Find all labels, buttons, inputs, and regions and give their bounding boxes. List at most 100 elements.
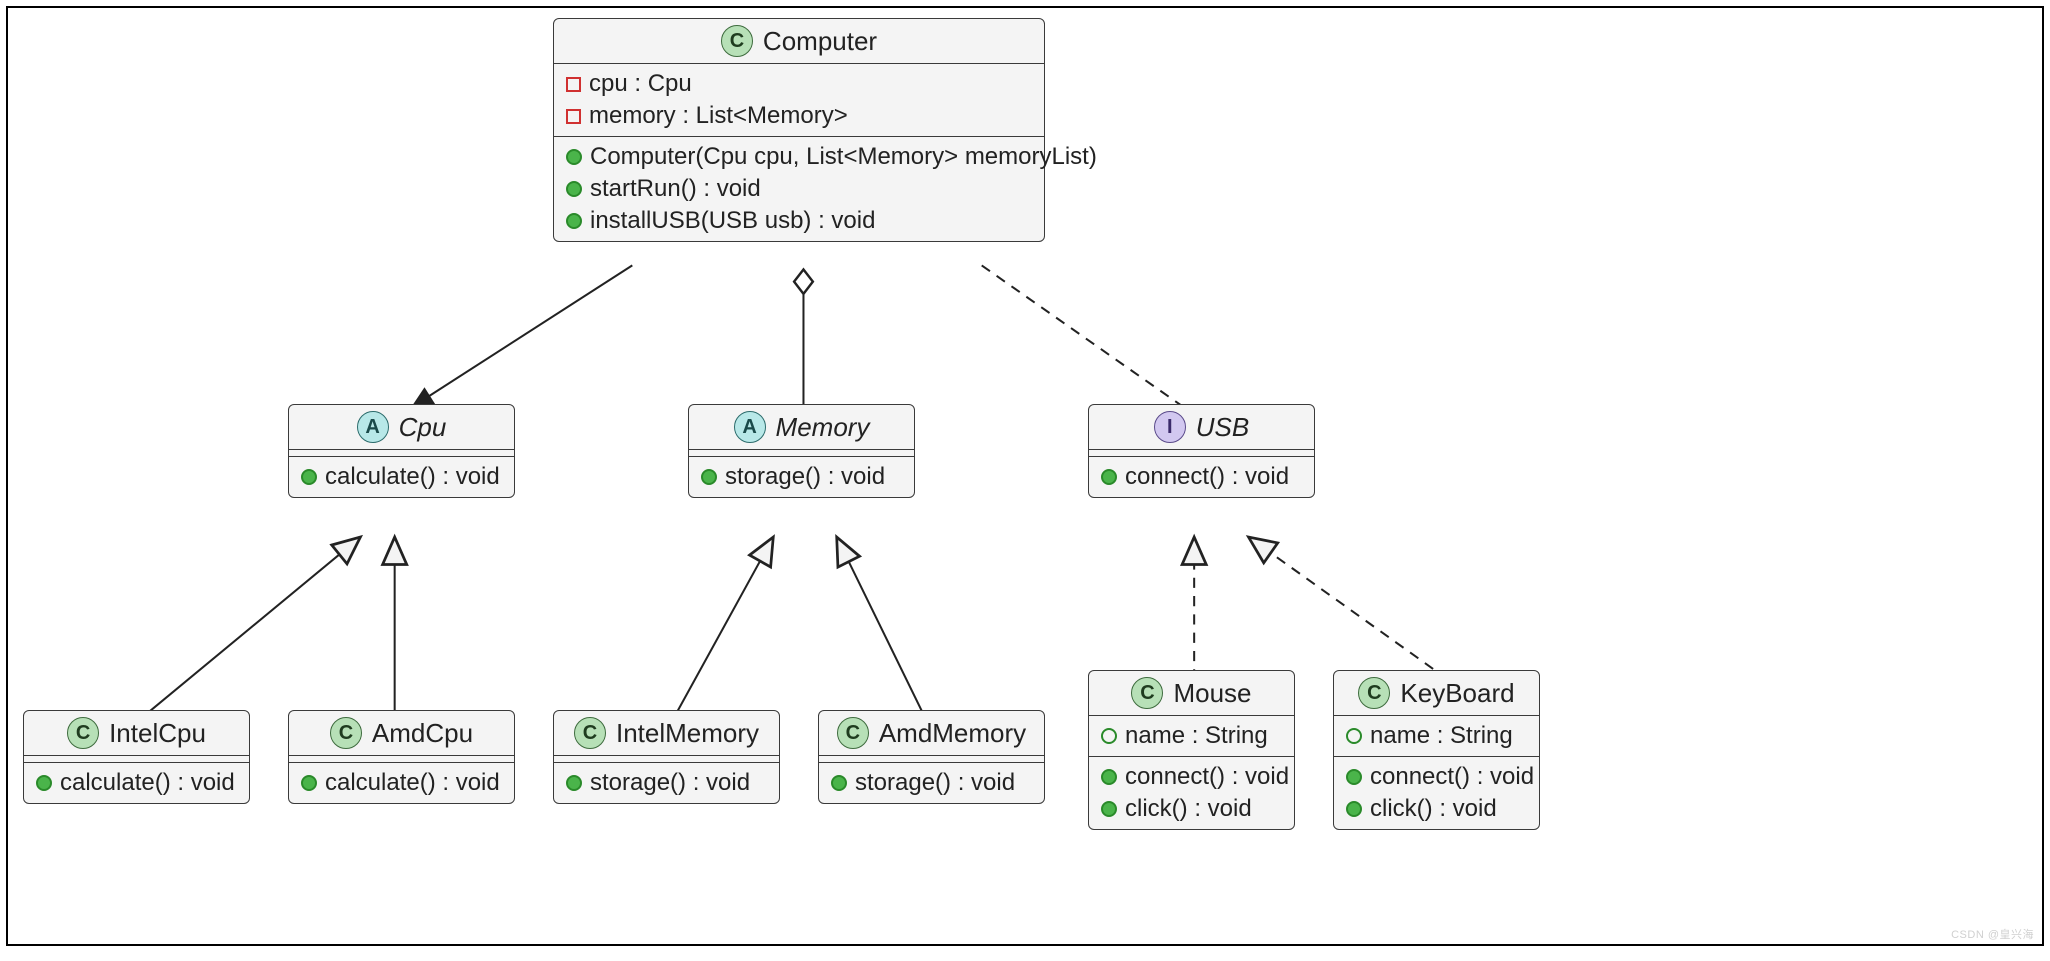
method-row: connect() : void [1101,461,1302,493]
field-row: cpu : Cpu [566,68,1032,100]
class-name-label: Mouse [1173,678,1251,709]
class-badge-icon: C [721,25,753,57]
class-title: C Computer [554,19,1044,64]
class-name-label: IntelCpu [109,718,206,749]
public-method-icon [566,149,582,165]
methods-section: calculate() : void [24,763,249,803]
method-text: Computer(Cpu cpu, List<Memory> memoryLis… [590,143,1097,171]
method-text: connect() : void [1125,763,1289,791]
method-text: click() : void [1370,795,1497,823]
class-mouse: C Mouse name : String connect() : void c… [1088,670,1295,830]
fields-section: cpu : Cpu memory : List<Memory> [554,64,1044,137]
class-title: A Cpu [289,405,514,450]
method-text: calculate() : void [325,769,500,797]
method-row: connect() : void [1101,761,1282,793]
method-row: installUSB(USB usb) : void [566,205,1032,237]
methods-section: Computer(Cpu cpu, List<Memory> memoryLis… [554,137,1044,241]
class-name-label: Memory [776,412,870,443]
methods-section: calculate() : void [289,457,514,497]
field-text: name : String [1125,722,1268,750]
class-title: C IntelMemory [554,711,779,756]
class-name-label: Computer [763,26,877,57]
class-amdmemory: C AmdMemory storage() : void [818,710,1045,804]
field-row: name : String [1101,720,1282,752]
class-computer: C Computer cpu : Cpu memory : List<Memor… [553,18,1045,242]
class-badge-icon: C [837,717,869,749]
field-row: name : String [1346,720,1527,752]
empty-section [554,756,779,763]
public-method-icon [566,213,582,229]
class-title: C IntelCpu [24,711,249,756]
class-name-label: USB [1196,412,1249,443]
method-row: connect() : void [1346,761,1527,793]
private-field-icon [566,77,581,92]
class-name-label: Cpu [399,412,447,443]
class-usb: I USB connect() : void [1088,404,1315,498]
class-intelmemory: C IntelMemory storage() : void [553,710,780,804]
public-method-icon [1101,769,1117,785]
class-title: C Mouse [1089,671,1294,716]
empty-section [24,756,249,763]
class-cpu: A Cpu calculate() : void [288,404,515,498]
public-method-icon [1101,801,1117,817]
class-name-label: AmdCpu [372,718,473,749]
method-row: storage() : void [831,767,1032,799]
fields-section: name : String [1334,716,1539,757]
method-row: calculate() : void [36,767,237,799]
public-method-icon [301,469,317,485]
methods-section: connect() : void [1089,457,1314,497]
class-name-label: KeyBoard [1400,678,1514,709]
public-method-icon [1346,801,1362,817]
class-title: C KeyBoard [1334,671,1539,716]
methods-section: connect() : void click() : void [1334,757,1539,829]
empty-section [1089,450,1314,457]
empty-section [289,450,514,457]
public-method-icon [566,181,582,197]
public-method-icon [701,469,717,485]
class-title: A Memory [689,405,914,450]
empty-section [819,756,1044,763]
empty-section [689,450,914,457]
method-text: startRun() : void [590,175,761,203]
class-badge-icon: C [574,717,606,749]
method-text: connect() : void [1370,763,1534,791]
class-title: I USB [1089,405,1314,450]
method-row: startRun() : void [566,173,1032,205]
public-method-icon [301,775,317,791]
class-name-label: IntelMemory [616,718,759,749]
class-name-label: AmdMemory [879,718,1026,749]
class-badge-icon: C [1358,677,1390,709]
private-field-icon [566,109,581,124]
method-text: installUSB(USB usb) : void [590,207,875,235]
class-intelcpu: C IntelCpu calculate() : void [23,710,250,804]
public-method-icon [1101,469,1117,485]
methods-section: storage() : void [689,457,914,497]
public-method-icon [566,775,582,791]
method-row: click() : void [1101,793,1282,825]
methods-section: connect() : void click() : void [1089,757,1294,829]
field-text: memory : List<Memory> [589,102,848,130]
class-title: C AmdMemory [819,711,1044,756]
method-text: connect() : void [1125,463,1289,491]
class-title: C AmdCpu [289,711,514,756]
public-method-icon [36,775,52,791]
method-text: storage() : void [590,769,750,797]
class-memory: A Memory storage() : void [688,404,915,498]
class-badge-icon: C [67,717,99,749]
method-text: storage() : void [725,463,885,491]
methods-section: calculate() : void [289,763,514,803]
field-text: name : String [1370,722,1513,750]
class-keyboard: C KeyBoard name : String connect() : voi… [1333,670,1540,830]
class-badge-icon: C [1131,677,1163,709]
method-text: click() : void [1125,795,1252,823]
public-method-icon [831,775,847,791]
public-method-icon [1346,769,1362,785]
method-row: storage() : void [701,461,902,493]
methods-section: storage() : void [819,763,1044,803]
diagram-frame: C Computer cpu : Cpu memory : List<Memor… [6,6,2044,946]
class-amdcpu: C AmdCpu calculate() : void [288,710,515,804]
watermark-text: CSDN @皇兴海 [1951,926,2034,942]
fields-section: name : String [1089,716,1294,757]
public-field-icon [1101,728,1117,744]
method-row: calculate() : void [301,461,502,493]
